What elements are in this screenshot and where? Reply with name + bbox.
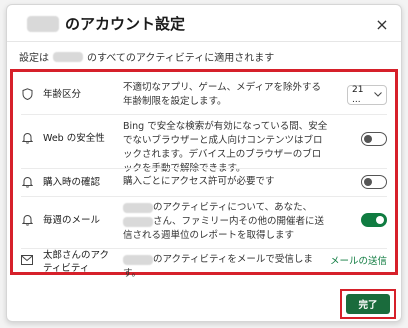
redacted-name bbox=[123, 216, 153, 227]
done-button-highlight: 完了 bbox=[340, 289, 396, 319]
select-value: 21 ... bbox=[352, 85, 364, 105]
setting-label: 年齢区分 bbox=[43, 89, 82, 100]
dialog-title: のアカウント設定 bbox=[27, 13, 185, 34]
subtitle-suffix: のすべてのアクティビティに適用されます bbox=[87, 53, 275, 64]
setting-label: 毎週のメール bbox=[43, 215, 101, 226]
bell-icon bbox=[21, 132, 33, 144]
bell-icon bbox=[21, 176, 33, 188]
setting-label: 購入時の確認 bbox=[43, 177, 101, 188]
row-divider bbox=[21, 168, 387, 169]
header-divider bbox=[7, 41, 401, 42]
age-rating-select[interactable]: 21 ... bbox=[347, 85, 387, 105]
setting-row-purchase-confirm: 購入時の確認 購入ごとにアクセス許可が必要です bbox=[13, 172, 395, 192]
dialog-subtitle: 設定は のすべてのアクティビティに適用されます bbox=[19, 49, 274, 64]
description-part: さん、ファミリー内その他の開催者に送信される週単位のレポートを取得します bbox=[123, 216, 325, 241]
mail-icon bbox=[21, 254, 33, 266]
toggle-knob bbox=[364, 178, 372, 186]
row-divider bbox=[21, 196, 387, 197]
redacted-name bbox=[123, 202, 153, 213]
web-safety-toggle[interactable] bbox=[361, 132, 387, 146]
purchase-confirm-toggle[interactable] bbox=[361, 175, 387, 189]
row-divider bbox=[21, 114, 387, 115]
setting-row-weekly-email: 毎週のメール のアクティビティについて、あなた、さん、ファミリー内その他の開催者… bbox=[13, 200, 395, 244]
description-part: のアクティビティについて、あなた、 bbox=[153, 202, 313, 213]
toggle-knob bbox=[376, 216, 384, 224]
setting-row-age-rating: 年齢区分 不適切なアプリ、ゲーム、メディアを除外する年齢制限を設定します。 21… bbox=[13, 80, 395, 110]
redacted-name bbox=[123, 254, 153, 265]
shield-icon bbox=[21, 88, 33, 100]
setting-row-web-safety: Web の安全性 Bing で安全な検索が有効になっている間、安全でないブラウザ… bbox=[13, 118, 395, 174]
setting-description: のアクティビティをメールで受信します。 bbox=[123, 253, 328, 281]
setting-row-activity-email: 太郎さんのアクティビティ のアクティビティをメールで受信します。 メールの送信 bbox=[13, 250, 395, 279]
settings-panel: 年齢区分 不適切なアプリ、ゲーム、メディアを除外する年齢制限を設定します。 21… bbox=[10, 69, 398, 279]
send-email-link-text[interactable]: メールの送信 bbox=[330, 256, 387, 267]
bell-icon bbox=[21, 214, 33, 226]
toggle-knob bbox=[364, 135, 372, 143]
setting-description: 購入ごとにアクセス許可が必要です bbox=[123, 176, 275, 187]
dialog-title-text: のアカウント設定 bbox=[65, 15, 186, 33]
redacted-name bbox=[27, 15, 59, 32]
setting-label: Web の安全性 bbox=[43, 133, 105, 144]
setting-label: 太郎さんのアクティビティ bbox=[43, 250, 110, 274]
chevron-down-icon bbox=[374, 90, 382, 100]
subtitle-prefix: 設定は bbox=[19, 53, 49, 64]
weekly-email-toggle[interactable] bbox=[361, 213, 387, 227]
redacted-name bbox=[53, 51, 83, 62]
close-icon[interactable]: × bbox=[373, 15, 391, 34]
setting-description: のアクティビティについて、あなた、さん、ファミリー内その他の開催者に送信される週… bbox=[123, 201, 328, 243]
done-button[interactable]: 完了 bbox=[346, 294, 390, 314]
account-settings-dialog: のアカウント設定 × 設定は のすべてのアクティビティに適用されます 年齢区分 … bbox=[6, 4, 402, 322]
setting-description: 不適切なアプリ、ゲーム、メディアを除外する年齢制限を設定します。 bbox=[123, 82, 321, 107]
send-email-link[interactable]: メールの送信 bbox=[330, 253, 387, 267]
